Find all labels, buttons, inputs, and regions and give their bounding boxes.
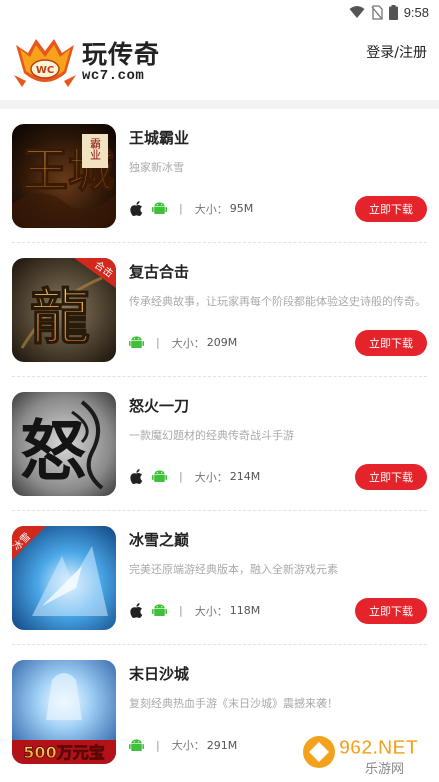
game-thumbnail[interactable]: 500万元宝 <box>12 660 116 764</box>
status-bar: 9:58 <box>0 0 439 24</box>
game-meta: | 大小： 118M <box>129 603 260 619</box>
no-sim-icon <box>371 4 383 20</box>
section-divider <box>0 100 439 109</box>
size-label: 大小： <box>194 202 228 216</box>
size-value: 209M <box>206 336 238 349</box>
size-value: 118M <box>229 604 261 617</box>
status-time: 9:58 <box>403 4 429 20</box>
apple-icon <box>129 469 144 484</box>
game-description: 完美还原端游经典版本，融入全新游戏元素 <box>129 562 338 576</box>
game-meta: | 大小： 214M <box>129 469 260 485</box>
logo-emblem-icon: WC <box>12 35 78 89</box>
app-header: WC 玩传奇 wc7.com 登录/注册 <box>0 24 439 100</box>
game-thumbnail[interactable]: 冰雪 <box>12 525 116 630</box>
size-label: 大小： <box>194 604 228 618</box>
apple-icon <box>129 201 144 216</box>
wifi-icon <box>349 6 365 18</box>
download-button[interactable]: 立即下载 <box>355 463 427 490</box>
download-button[interactable]: 立即下载 <box>355 195 427 222</box>
game-meta: | 大小： 95M <box>129 201 253 217</box>
game-name[interactable]: 复古合击 <box>129 261 427 282</box>
game-name[interactable]: 怒火一刀 <box>129 395 427 416</box>
game-thumbnail[interactable]: 龍 合击 <box>12 257 116 362</box>
logo-domain: wc7.com <box>82 67 145 84</box>
game-description: 一款魔幻题材的经典传奇战斗手游 <box>129 428 294 442</box>
game-name[interactable]: 王城霸业 <box>129 127 427 148</box>
android-icon <box>152 469 167 484</box>
size-label: 大小： <box>194 470 228 484</box>
size-value: 214M <box>229 470 261 483</box>
android-icon <box>129 738 144 753</box>
game-meta: | 大小： 291M <box>129 737 237 753</box>
size-label: 大小： <box>171 336 205 350</box>
size-value: 95M <box>229 202 254 215</box>
list-item[interactable]: 冰雪 冰雪之巅 完美还原端游经典版本，融入全新游戏元素 | 大小： 118M 立… <box>12 511 427 645</box>
list-item[interactable]: 王城 霸业 王城霸业 独家新冰雪 | 大小： 95M 立即下载 <box>12 109 427 243</box>
game-description: 独家新冰雪 <box>129 160 184 174</box>
site-logo[interactable]: WC 玩传奇 wc7.com <box>12 35 160 89</box>
svg-text:WC: WC <box>36 65 54 76</box>
game-meta: | 大小： 209M <box>129 335 237 351</box>
thumb-badge: 霸业 <box>89 137 102 159</box>
thumb-text: 500万元宝 <box>23 743 104 762</box>
game-list: 王城 霸业 王城霸业 独家新冰雪 | 大小： 95M 立即下载 龍 合击 复古合… <box>0 109 439 779</box>
game-description: 复刻经典热血手游《末日沙城》震撼来袭！ <box>129 697 338 710</box>
size-label: 大小： <box>171 739 205 752</box>
watermark-sub: 乐游网 <box>365 762 404 777</box>
size-value: 291M <box>206 738 238 752</box>
download-button[interactable]: 立即下载 <box>355 597 427 624</box>
list-item[interactable]: 龍 合击 复古合击 传承经典故事，让玩家再每个阶段都能体验这史诗般的传奇。 | … <box>12 243 427 377</box>
game-thumbnail[interactable]: 王城 霸业 <box>12 123 116 228</box>
thumb-text: 龍 <box>30 283 90 353</box>
apple-icon <box>129 603 144 618</box>
logo-title: 玩传奇 <box>82 39 161 69</box>
battery-icon <box>388 4 398 20</box>
watermark-logo: 962.NET 乐游网 <box>301 728 429 778</box>
android-icon <box>152 201 167 216</box>
login-register-link[interactable]: 登录/注册 <box>366 42 427 62</box>
android-icon <box>129 335 144 350</box>
list-item[interactable]: 怒 怒火一刀 一款魔幻题材的经典传奇战斗手游 | 大小： 214M 立即下载 <box>12 377 427 511</box>
game-name[interactable]: 末日沙城 <box>129 663 427 684</box>
game-description: 传承经典故事，让玩家再每个阶段都能体验这史诗般的传奇。 <box>129 294 426 308</box>
thumb-text: 怒 <box>20 412 86 490</box>
game-name[interactable]: 冰雪之巅 <box>129 529 427 550</box>
android-icon <box>152 603 167 618</box>
game-thumbnail[interactable]: 怒 <box>12 391 116 496</box>
watermark-brand: 962.NET <box>339 737 418 759</box>
download-button[interactable]: 立即下载 <box>355 329 427 356</box>
